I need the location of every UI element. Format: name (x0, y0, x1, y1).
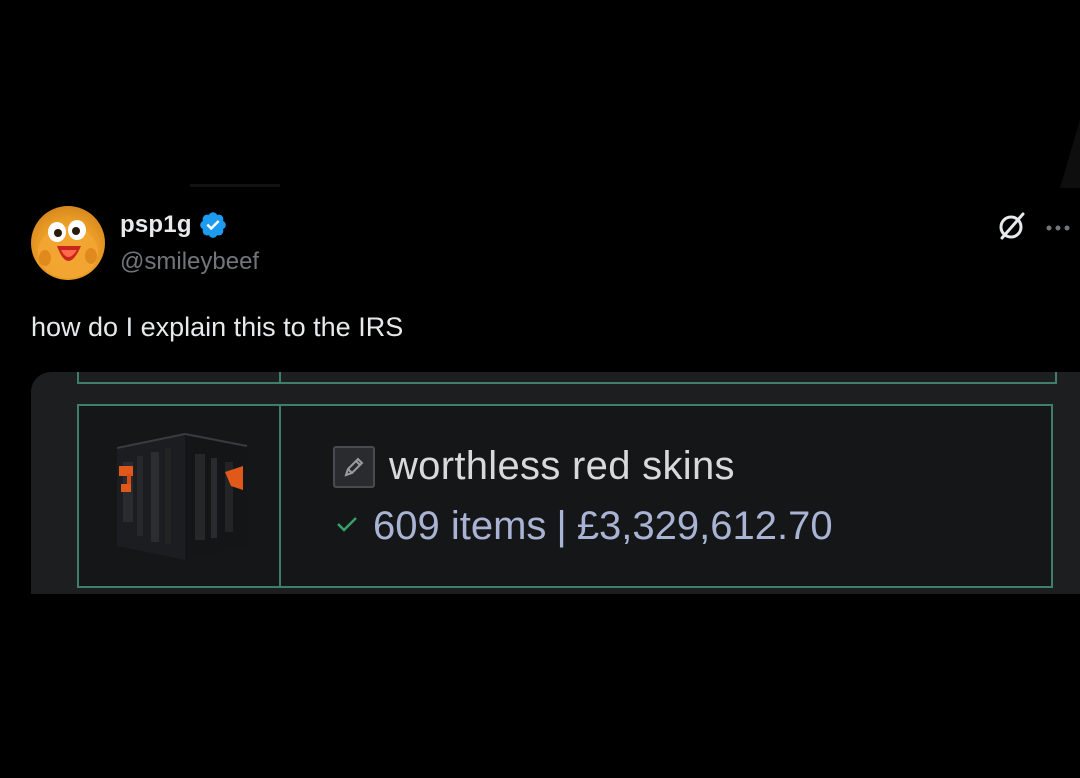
grok-icon[interactable] (996, 210, 1028, 247)
storage-unit-icon (107, 426, 253, 564)
storage-value-row: 609 items | £3,329,612.70 (335, 504, 833, 549)
tweet-media-image[interactable]: worthless red skins 609 items | £3,329,6… (31, 372, 1080, 594)
storage-unit-name: worthless red skins (389, 444, 735, 488)
more-options-icon[interactable] (1046, 220, 1074, 238)
verified-badge-icon[interactable] (198, 210, 228, 240)
row-divider (279, 406, 281, 586)
tweet-text: how do I explain this to the IRS (31, 312, 404, 342)
storage-unit-row: worthless red skins 609 items | £3,329,6… (77, 404, 1053, 588)
tweet-top-actions (996, 210, 1074, 247)
value-separator: | (556, 504, 567, 548)
previous-row-divider (279, 372, 281, 382)
storage-name-row: worthless red skins (333, 444, 735, 489)
total-value: £3,329,612.70 (576, 504, 833, 548)
display-name[interactable]: psp1g (120, 211, 192, 239)
checkmark-icon (335, 514, 359, 539)
crop-edge-top (190, 184, 280, 187)
crop-edge-right (1060, 120, 1080, 188)
items-count: 609 items (373, 504, 547, 548)
pencil-edit-icon[interactable] (333, 445, 375, 488)
user-handle[interactable]: @smileybeef (120, 248, 259, 276)
display-name-row: psp1g (120, 210, 228, 240)
avatar[interactable] (31, 206, 105, 280)
previous-row-edge (77, 372, 1057, 384)
